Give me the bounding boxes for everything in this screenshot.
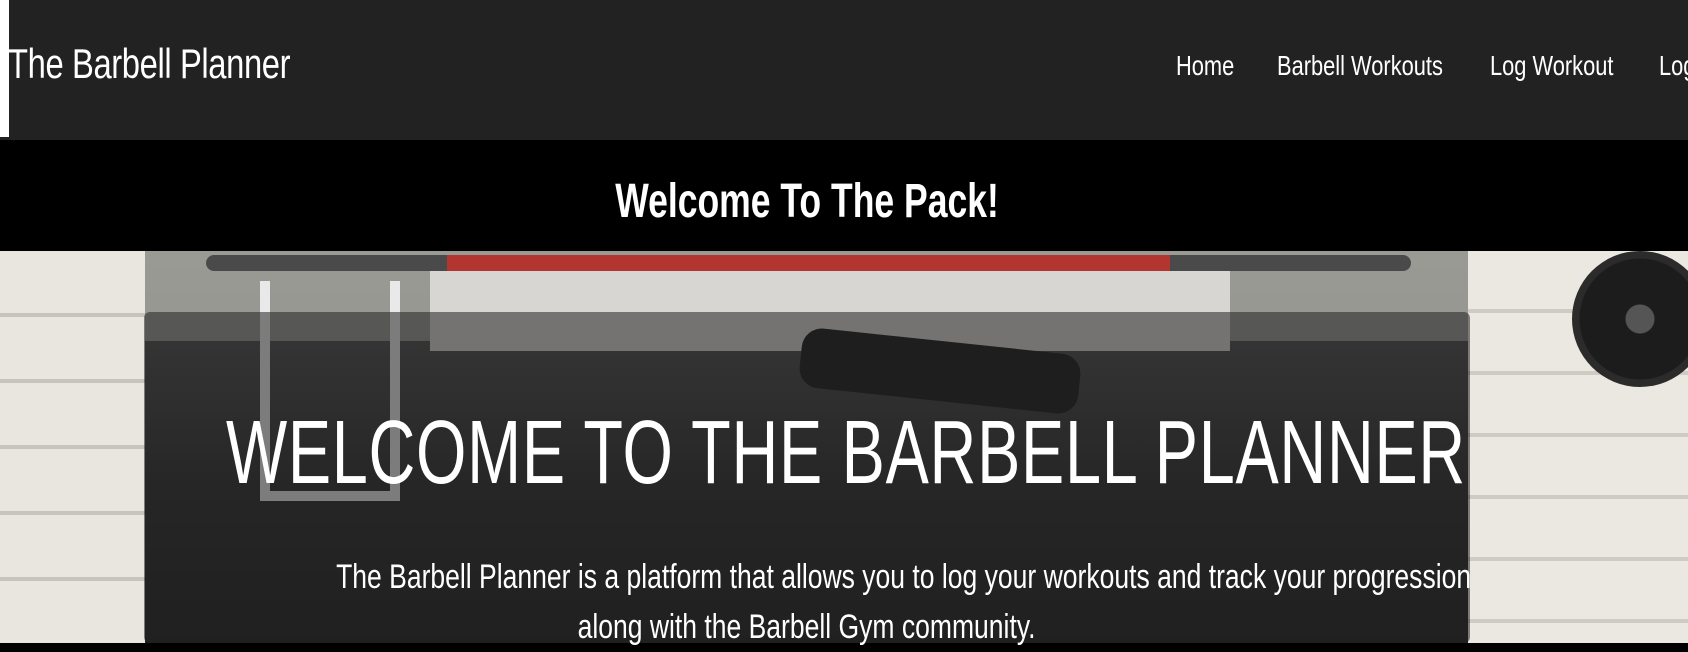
nav-item-barbell-workouts[interactable]: Barbell Workouts (1277, 46, 1443, 86)
nav-item-log[interactable]: Log (1659, 46, 1688, 86)
hero-description: The Barbell Planner is a platform that a… (176, 552, 1471, 652)
welcome-title: Welcome To The Pack! (615, 175, 999, 228)
brand-title[interactable]: The Barbell Planner (8, 34, 291, 94)
navbar: The Barbell Planner Home Barbell Workout… (0, 0, 1688, 140)
hero-description-line-2: along with the Barbell Gym community. (578, 608, 1036, 646)
nav-item-log-workout[interactable]: Log Workout (1490, 46, 1613, 86)
hero-description-line-1: The Barbell Planner is a platform that a… (336, 558, 1472, 596)
hero-wall-left (0, 251, 145, 643)
nav-item-home[interactable]: Home (1176, 46, 1234, 86)
hero-barbell (206, 255, 1411, 271)
hero-heading: WELCOME TO THE BARBELL PLANNER (225, 403, 1466, 503)
